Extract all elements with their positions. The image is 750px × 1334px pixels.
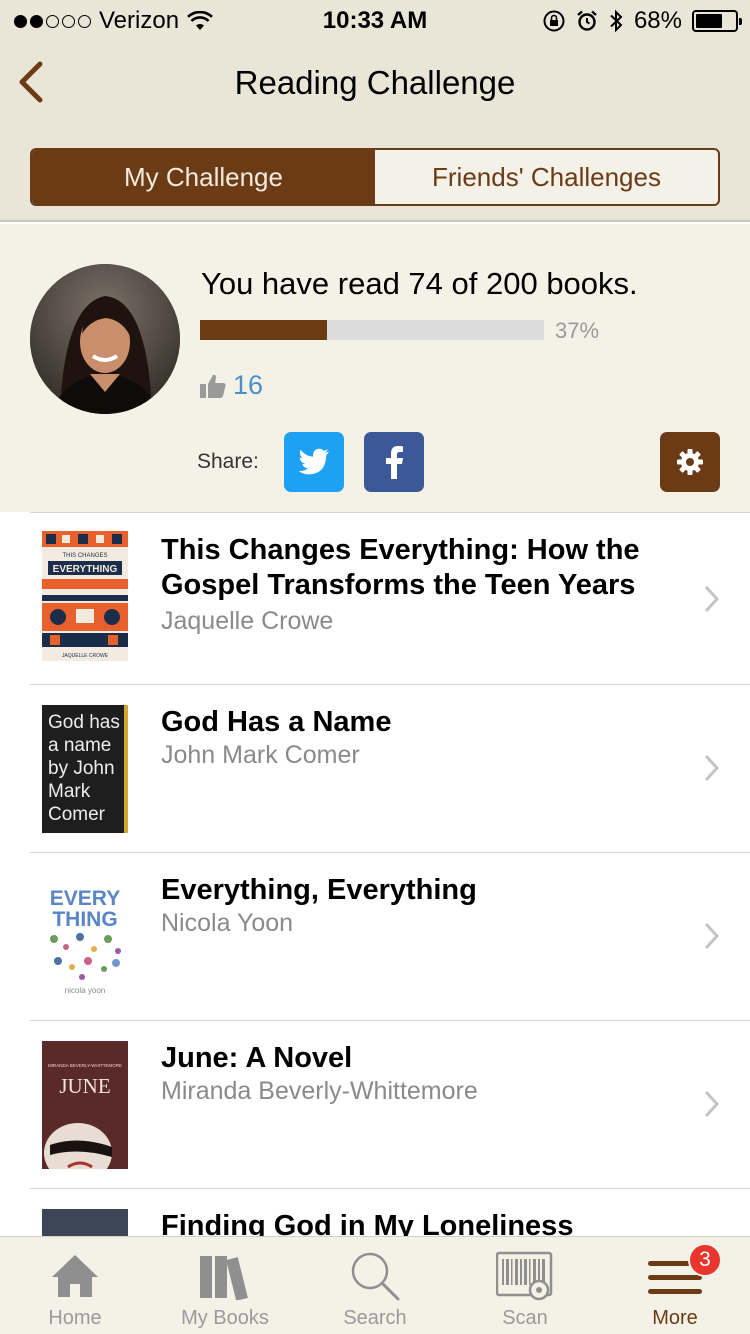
book-author: John Mark Comer	[161, 741, 360, 769]
segment-container: My Challenge Friends' Challenges	[0, 130, 750, 222]
challenge-segmented-control: My Challenge Friends' Challenges	[30, 148, 720, 206]
book-cover: MIRANDA BEVERLY-WHITTEMORE JUNE	[42, 1041, 128, 1169]
progress-percent: 37%	[555, 318, 600, 343]
share-twitter-button[interactable]	[284, 432, 344, 492]
battery-percent: 68%	[633, 7, 682, 34]
navigation-bar: Reading Challenge	[0, 40, 750, 130]
tab-home[interactable]: Home	[0, 1237, 150, 1334]
progress-bar	[200, 320, 544, 340]
tab-label: Search	[343, 1307, 407, 1329]
page-title: Reading Challenge	[234, 64, 516, 101]
cover-text: JAQUELLE CROWE	[62, 653, 109, 659]
cover-text: nicola yoon	[65, 986, 105, 995]
books-icon	[200, 1256, 248, 1300]
book-row[interactable]: THIS CHANGES EVERYTHING JAQUELLE CROWE T…	[30, 512, 750, 684]
tab-search[interactable]: Search	[300, 1237, 450, 1334]
share-label: Share:	[197, 450, 259, 473]
challenge-settings-button[interactable]	[660, 432, 720, 492]
book-list: THIS CHANGES EVERYTHING JAQUELLE CROWE T…	[0, 512, 750, 1269]
alarm-icon	[577, 10, 597, 31]
cover-text: MIRANDA BEVERLY-WHITTEMORE	[48, 1063, 122, 1068]
cover-text: EVERYTHING	[53, 564, 118, 575]
tab-more[interactable]: 3 More	[600, 1237, 750, 1334]
progress-summary: You have read 74 of 200 books.	[201, 266, 638, 301]
book-row[interactable]: MIRANDA BEVERLY-WHITTEMORE JUNE June: A …	[30, 1020, 750, 1188]
notification-badge: 3	[688, 1243, 722, 1277]
likes-button[interactable]: 16	[199, 370, 263, 401]
gear-icon	[677, 449, 703, 475]
book-title: June: A Novel	[161, 1042, 353, 1074]
tab-label: More	[652, 1307, 698, 1329]
cover-text: THIS CHANGES	[62, 553, 107, 559]
book-author: Nicola Yoon	[161, 909, 294, 937]
progress-bar-fill	[200, 320, 328, 340]
book-author: Jaquelle Crowe	[161, 607, 334, 635]
tab-label: My Books	[181, 1307, 269, 1329]
tab-bar: Home My Books Search Scan 3 More	[0, 1236, 750, 1334]
tab-scan[interactable]: Scan	[450, 1237, 600, 1334]
battery-icon	[692, 10, 742, 32]
cover-text: JUNE	[59, 1074, 110, 1098]
book-title: God Has a Name	[161, 706, 392, 738]
barcode-scan-icon	[496, 1251, 553, 1301]
home-icon	[52, 1255, 98, 1297]
book-cover: EVERY THING nicola yoon	[42, 877, 128, 999]
status-bar: Verizon 10:33 AM 68%	[0, 0, 750, 40]
cover-text: God has a name by John Mark Comer	[48, 712, 120, 825]
facebook-icon	[386, 446, 403, 479]
chevron-right-icon	[704, 585, 720, 613]
tab-label: Home	[48, 1307, 102, 1329]
book-row[interactable]: EVERY THING nicola yoon Everything, Ever…	[30, 852, 750, 1020]
book-title: Everything, Everything	[161, 874, 477, 906]
cover-text: THING	[52, 908, 117, 931]
chevron-right-icon	[704, 754, 720, 782]
twitter-icon	[298, 448, 329, 475]
likes-count: 16	[233, 370, 264, 400]
thumbs-up-icon	[200, 374, 226, 398]
chevron-right-icon	[704, 1090, 720, 1118]
book-cover: THIS CHANGES EVERYTHING JAQUELLE CROWE	[42, 531, 128, 661]
tab-my-challenge[interactable]: My Challenge	[32, 150, 375, 204]
book-row[interactable]: God has a name by John Mark Comer God Ha…	[30, 684, 750, 852]
cover-text: EVERY	[50, 887, 120, 910]
avatar[interactable]	[30, 264, 180, 414]
share-facebook-button[interactable]	[364, 432, 424, 492]
book-title: This Changes Everything: How the Gospel …	[161, 534, 640, 601]
book-author: Miranda Beverly-Whittemore	[161, 1077, 478, 1105]
tab-friends-challenges[interactable]: Friends' Challenges	[375, 150, 718, 204]
challenge-summary: You have read 74 of 200 books. 37% 16 Sh…	[0, 224, 750, 512]
book-cover: God has a name by John Mark Comer	[42, 705, 128, 833]
search-icon	[351, 1252, 400, 1301]
bluetooth-icon	[610, 9, 623, 33]
chevron-right-icon	[704, 922, 720, 950]
rotation-lock-icon	[543, 10, 565, 32]
tab-label: Scan	[502, 1307, 548, 1329]
tab-my-books[interactable]: My Books	[150, 1237, 300, 1334]
